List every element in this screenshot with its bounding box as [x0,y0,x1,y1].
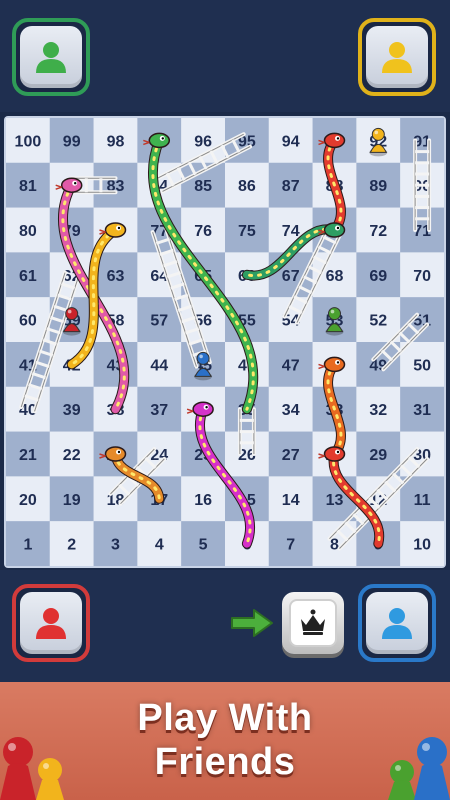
player-blue-avatar [366,592,428,654]
cell-number: 27 [282,447,300,464]
decorative-pawns [0,737,450,800]
cell-number: 4 [155,537,164,554]
cell-number: 70 [413,268,431,285]
cell-number: 14 [282,492,300,509]
cell-number: 60 [19,313,37,330]
dice-button[interactable] [282,592,344,654]
user-icon [36,608,66,639]
player-yellow-avatar [366,26,428,88]
player-red-button[interactable] [12,584,90,662]
cell-number: 21 [19,447,37,464]
crown-icon [301,609,325,635]
cell-number: 74 [282,223,300,240]
cell-number: 50 [413,357,431,374]
cell-number: 87 [282,178,300,195]
cell-number: 100 [15,133,42,150]
cell-number: 76 [194,223,212,240]
cell-number: 61 [19,268,37,285]
user-icon [382,608,412,639]
cell-number: 72 [369,223,387,240]
player-red-avatar [20,592,82,654]
cell-number: 19 [63,492,81,509]
yellow-pawn-decor-icon [36,758,64,800]
cell-number: 5 [199,537,208,554]
cell-number: 75 [238,223,256,240]
cell-number: 85 [194,178,212,195]
user-icon [36,42,66,73]
game-board[interactable]: 1009998979695949392918182838485868788899… [6,118,444,566]
cell-number: 3 [111,537,120,554]
cell-number: 67 [282,268,300,285]
cell-number: 10 [413,537,431,554]
cell-number: 57 [150,313,168,330]
player-blue-button[interactable] [358,584,436,662]
cell-number: 2 [67,537,76,554]
blue-pawn-decor-icon [414,737,450,800]
cell-number: 80 [19,223,37,240]
cell-number: 16 [194,492,212,509]
green-pawn-decor-icon [388,760,416,800]
cell-number: 94 [282,133,300,150]
cell-number: 32 [369,402,387,419]
cell-number: 68 [326,268,344,285]
player-yellow-button[interactable] [358,18,436,96]
cell-number: 11 [414,492,431,509]
cell-number: 13 [326,492,344,509]
cell-number: 7 [286,537,295,554]
player-green-button[interactable] [12,18,90,96]
cell-number: 98 [107,133,125,150]
cell-number: 47 [282,357,300,374]
user-icon [382,42,412,73]
cell-number: 22 [63,447,81,464]
cell-number: 20 [19,492,37,509]
cell-number: 39 [63,402,81,419]
cell-number: 63 [107,268,125,285]
cell-number: 99 [63,133,81,150]
cell-number: 89 [369,178,387,195]
cell-number: 34 [282,402,300,419]
player-green-avatar [20,26,82,88]
cell-number: 37 [150,402,168,419]
cell-number: 86 [238,178,256,195]
cell-number: 69 [369,268,387,285]
cell-number: 96 [194,133,212,150]
red-pawn-decor-icon [0,737,36,800]
turn-arrow-icon [231,609,273,637]
cell-number: 81 [19,178,37,195]
cell-number: 29 [369,447,387,464]
cell-number: 52 [369,313,387,330]
cell-number: 44 [150,357,168,374]
cell-number: 31 [413,402,431,419]
cell-number: 1 [23,537,32,554]
dice-face [289,599,337,647]
